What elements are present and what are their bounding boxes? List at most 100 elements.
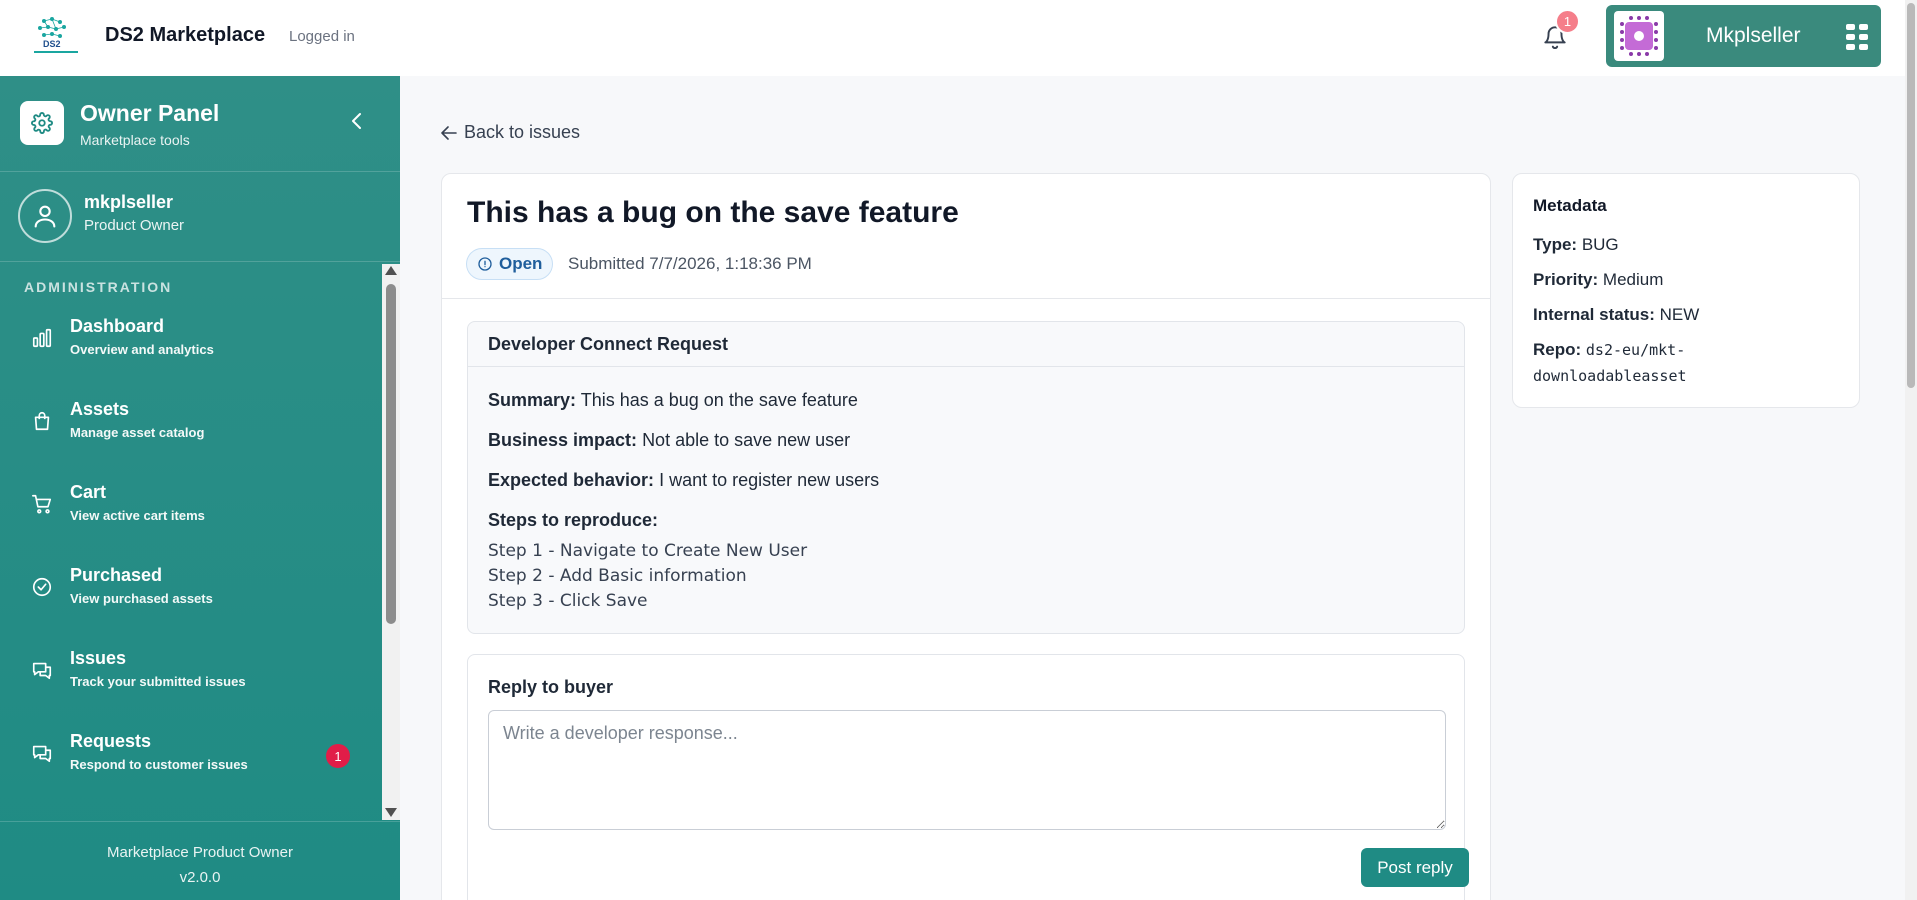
arrow-left-icon	[441, 125, 457, 140]
info-circle-icon	[478, 257, 492, 271]
collapse-sidebar-chevron-left-icon[interactable]	[345, 109, 369, 133]
user-avatar	[1614, 11, 1664, 61]
app-title: DS2 Marketplace	[105, 24, 266, 46]
sidebar-item-label: Purchased	[70, 565, 163, 585]
sidebar-item-description: Overview and analytics	[70, 342, 214, 357]
sidebar-scrollbar[interactable]	[382, 264, 400, 820]
meta-type-label: Type:	[1533, 235, 1578, 254]
sidebar-item-description: Respond to customer issues	[70, 757, 248, 772]
bar-chart-icon	[30, 326, 54, 350]
scroll-up-arrow-icon[interactable]	[385, 266, 397, 275]
meta-type-row: Type: BUG	[1533, 235, 1619, 255]
meta-repo-row: Repo: ds2-eu/mkt-	[1533, 340, 1685, 360]
issue-title: This has a bug on the save feature	[467, 196, 959, 229]
meta-repo-label: Repo:	[1533, 340, 1582, 359]
page-scrollbar[interactable]	[1905, 0, 1917, 900]
meta-repo-value-line2: downloadableasset	[1533, 367, 1687, 385]
step-item: Step 1 - Navigate to Create New User	[488, 541, 808, 561]
divider	[442, 298, 1490, 299]
sidebar-item-description: Manage asset catalog	[70, 425, 205, 440]
meta-internal-status-row: Internal status: NEW	[1533, 305, 1699, 325]
steps-heading: Steps to reproduce:	[488, 510, 658, 531]
sidebar: Owner Panel Marketplace tools mkplseller…	[0, 76, 400, 900]
reply-section: Reply to buyer Post reply	[467, 654, 1469, 900]
sidebar-item-description: Track your submitted issues	[70, 674, 246, 689]
chat-bubbles-icon	[30, 658, 54, 682]
user-name: Mkplseller	[1706, 24, 1801, 47]
step-item: Step 3 - Click Save	[488, 591, 648, 611]
sidebar-item-dashboard[interactable]: Dashboard Overview and analytics	[0, 304, 380, 384]
expected-value: I want to register new users	[659, 470, 880, 490]
panel-header: Owner Panel Marketplace tools	[0, 76, 400, 172]
apps-grid-icon[interactable]	[1846, 24, 1870, 50]
sidebar-item-purchased[interactable]: Purchased View purchased assets	[0, 553, 380, 633]
sidebar-item-cart[interactable]: Cart View active cart items	[0, 470, 380, 550]
metadata-title: Metadata	[1533, 196, 1607, 215]
meta-priority-row: Priority: Medium	[1533, 270, 1663, 290]
panel-title: Owner Panel	[80, 100, 220, 126]
notification-badge: 1	[1555, 9, 1580, 34]
reply-heading: Reply to buyer	[488, 677, 614, 697]
sidebar-item-label: Issues	[70, 648, 127, 668]
section-label-administration: ADMINISTRATION	[24, 279, 173, 295]
ds2-logo[interactable]: DS2	[30, 15, 82, 57]
impact-value: Not able to save new user	[642, 430, 851, 450]
impact-label: Business impact:	[488, 430, 638, 450]
meta-priority-value: Medium	[1602, 270, 1664, 289]
login-status: Logged in	[289, 28, 355, 45]
reply-textarea[interactable]	[488, 710, 1446, 830]
issue-detail-card: This has a bug on the save feature Open …	[441, 173, 1491, 900]
sidebar-item-issues[interactable]: Issues Track your submitted issues	[0, 636, 380, 716]
sidebar-item-requests[interactable]: Requests Respond to customer issues 1	[0, 719, 380, 799]
user-menu[interactable]: Mkplseller	[1606, 5, 1881, 67]
post-reply-button[interactable]: Post reply	[1361, 848, 1469, 887]
profile-name: mkplseller	[84, 192, 174, 212]
panel-subtitle: Marketplace tools	[80, 132, 190, 148]
requests-count-badge: 1	[326, 744, 350, 768]
check-circle-icon	[30, 575, 54, 599]
meta-priority-label: Priority:	[1533, 270, 1599, 289]
chat-bubbles-icon	[30, 741, 54, 765]
footer-title: Marketplace Product Owner	[107, 844, 293, 861]
meta-internal-value: NEW	[1659, 305, 1700, 324]
developer-connect-request: Developer Connect Request Summary: This …	[467, 321, 1465, 634]
meta-repo-value-line1: ds2-eu/mkt-	[1585, 341, 1686, 359]
cart-icon	[30, 492, 54, 516]
expected-label: Expected behavior:	[488, 470, 655, 490]
status-label: Open	[499, 254, 543, 273]
meta-type-value: BUG	[1581, 235, 1619, 254]
footer-version: v2.0.0	[179, 869, 221, 886]
sidebar-item-label: Requests	[70, 731, 152, 751]
profile-card: mkplseller Product Owner	[0, 172, 400, 262]
status-badge: Open	[466, 248, 554, 280]
top-bar: DS2 DS2 Marketplace Logged in 1 Mkplsell…	[0, 0, 1905, 76]
meta-internal-label: Internal status:	[1533, 305, 1655, 324]
summary-row: Summary: This has a bug on the save feat…	[488, 390, 858, 411]
sidebar-item-label: Cart	[70, 482, 107, 502]
summary-label: Summary:	[488, 390, 577, 410]
sidebar-item-label: Dashboard	[70, 316, 165, 336]
scroll-down-arrow-icon[interactable]	[385, 808, 397, 817]
shopping-bag-icon	[30, 409, 54, 433]
step-item: Step 2 - Add Basic information	[488, 566, 747, 586]
expected-behavior-row: Expected behavior: I want to register ne…	[488, 470, 879, 491]
divider	[468, 366, 1464, 367]
svg-text:DS2: DS2	[43, 39, 61, 49]
user-profile-icon	[18, 189, 72, 243]
sidebar-item-assets[interactable]: Assets Manage asset catalog	[0, 387, 380, 467]
sidebar-item-description: View active cart items	[70, 508, 205, 523]
back-link-label: Back to issues	[464, 122, 581, 142]
settings-gear-icon	[20, 101, 64, 145]
metadata-card: Metadata Type: BUG Priority: Medium Inte…	[1512, 173, 1860, 408]
request-heading: Developer Connect Request	[488, 334, 729, 354]
scrollbar-thumb[interactable]	[386, 284, 396, 624]
summary-value: This has a bug on the save feature	[580, 390, 858, 410]
sidebar-item-description: View purchased assets	[70, 591, 213, 606]
profile-role: Product Owner	[84, 217, 185, 234]
sidebar-footer: Marketplace Product Owner v2.0.0	[0, 821, 400, 900]
back-to-issues-link[interactable]: Back to issues	[440, 122, 580, 143]
scrollbar-thumb[interactable]	[1907, 3, 1915, 388]
steps-label: Steps to reproduce:	[488, 510, 659, 530]
submitted-timestamp: Submitted 7/7/2026, 1:18:36 PM	[568, 254, 812, 273]
sidebar-item-label: Assets	[70, 399, 130, 419]
